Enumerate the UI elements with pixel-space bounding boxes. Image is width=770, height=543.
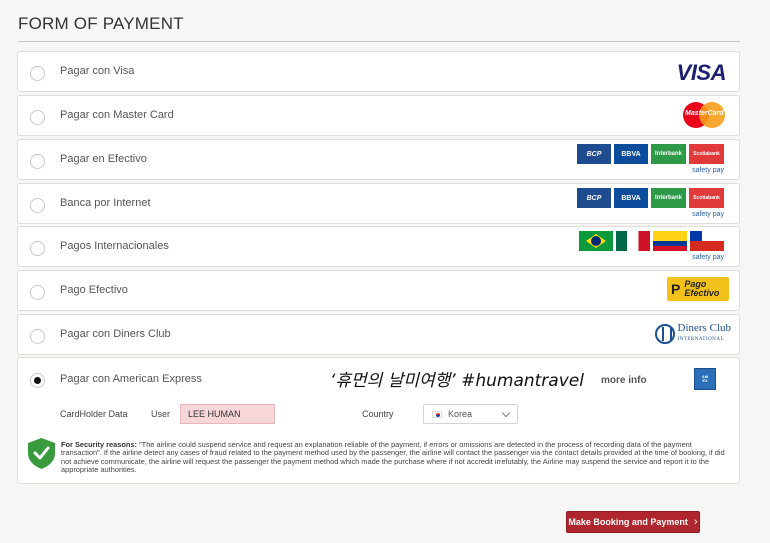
country-select[interactable]: Korea xyxy=(423,404,518,424)
payment-option-amex[interactable]: Pagar con American Express ‘휴먼의 날미여행’ #h… xyxy=(17,357,740,484)
mastercard-logo: MasterCard xyxy=(683,102,725,128)
amex-logo: AM EX xyxy=(694,368,716,390)
payment-option-internacionales[interactable]: Pagos Internacionales safety pay xyxy=(17,226,740,267)
bank-logos: BCP BBVA Interbank Scotiabank safety pay xyxy=(577,144,724,174)
radio-amex[interactable] xyxy=(30,373,45,388)
option-label-pago-efectivo: Pago Efectivo xyxy=(60,284,128,296)
country-label: Country xyxy=(362,409,394,419)
scotiabank-logo: Scotiabank xyxy=(689,188,724,208)
option-label-banca-internet: Banca por Internet xyxy=(60,197,151,209)
scotiabank-logo: Scotiabank xyxy=(689,144,724,164)
security-text: "The airline could suspend service and r… xyxy=(61,440,725,475)
title-divider xyxy=(18,41,740,42)
cardholder-label: CardHolder Data xyxy=(60,409,128,419)
diners-ring-icon xyxy=(654,324,675,344)
bank-logos: BCP BBVA Interbank Scotiabank safety pay xyxy=(577,188,724,218)
payment-option-mastercard[interactable]: Pagar con Master Card MasterCard xyxy=(17,95,740,136)
option-label-visa: Pagar con Visa xyxy=(60,65,135,77)
chevron-down-icon xyxy=(501,408,511,418)
payment-option-diners[interactable]: Pagar con Diners Club Diners Club INTERNA… xyxy=(17,314,740,355)
interbank-logo: Interbank xyxy=(651,144,686,164)
pago-efectivo-logo: P Pago Efectivo xyxy=(667,277,729,301)
radio-diners[interactable] xyxy=(30,329,45,344)
bbva-logo: BBVA xyxy=(614,144,648,164)
radio-visa[interactable] xyxy=(30,66,45,81)
option-label-amex: Pagar con American Express xyxy=(60,373,202,385)
watermark-text: ‘휴먼의 날미여행’ #humantravel xyxy=(330,371,584,391)
more-info-link[interactable]: more info xyxy=(601,375,647,386)
option-label-internacionales: Pagos Internacionales xyxy=(60,240,169,252)
diners-club-logo: Diners Club INTERNATIONAL xyxy=(654,323,731,344)
radio-banca-internet[interactable] xyxy=(30,198,45,213)
brazil-flag-icon xyxy=(579,231,613,251)
bbva-logo: BBVA xyxy=(614,188,648,208)
radio-internacionales[interactable] xyxy=(30,241,45,256)
page-title: FORM OF PAYMENT xyxy=(18,14,184,33)
korea-flag-icon xyxy=(432,410,442,418)
interbank-logo: Interbank xyxy=(651,188,686,208)
payment-option-pago-efectivo[interactable]: Pago Efectivo P Pago Efectivo xyxy=(17,270,740,311)
option-label-mastercard: Pagar con Master Card xyxy=(60,109,174,121)
option-label-efectivo: Pagar en Efectivo xyxy=(60,153,147,165)
country-value: Korea xyxy=(448,409,473,419)
safetypay-logo: safety pay xyxy=(692,167,724,174)
make-booking-button[interactable]: Make Booking and Payment › xyxy=(566,511,700,533)
chevron-right-icon: › xyxy=(693,516,698,528)
country-flags: safety pay xyxy=(579,231,724,261)
radio-efectivo[interactable] xyxy=(30,154,45,169)
security-notice: For Security reasons: "The airline could… xyxy=(61,440,731,475)
visa-logo: VISA xyxy=(676,60,727,85)
mexico-flag-icon xyxy=(616,231,650,251)
chile-flag-icon xyxy=(690,231,724,251)
radio-pago-efectivo[interactable] xyxy=(30,285,45,300)
user-input[interactable]: LEE HUMAN xyxy=(180,404,275,424)
option-label-diners: Pagar con Diners Club xyxy=(60,328,171,340)
payment-option-banca-internet[interactable]: Banca por Internet BCP BBVA Interbank Sc… xyxy=(17,183,740,224)
payment-option-efectivo[interactable]: Pagar en Efectivo BCP BBVA Interbank Sco… xyxy=(17,139,740,180)
bcp-logo: BCP xyxy=(577,144,611,164)
safetypay-logo: safety pay xyxy=(692,254,724,261)
security-shield-icon xyxy=(28,438,55,469)
colombia-flag-icon xyxy=(653,231,687,251)
payment-option-visa[interactable]: Pagar con Visa VISA xyxy=(17,51,740,92)
user-label: User xyxy=(151,409,171,419)
make-booking-label: Make Booking and Payment xyxy=(568,517,688,527)
radio-mastercard[interactable] xyxy=(30,110,45,125)
safetypay-logo: safety pay xyxy=(692,211,724,218)
bcp-logo: BCP xyxy=(577,188,611,208)
